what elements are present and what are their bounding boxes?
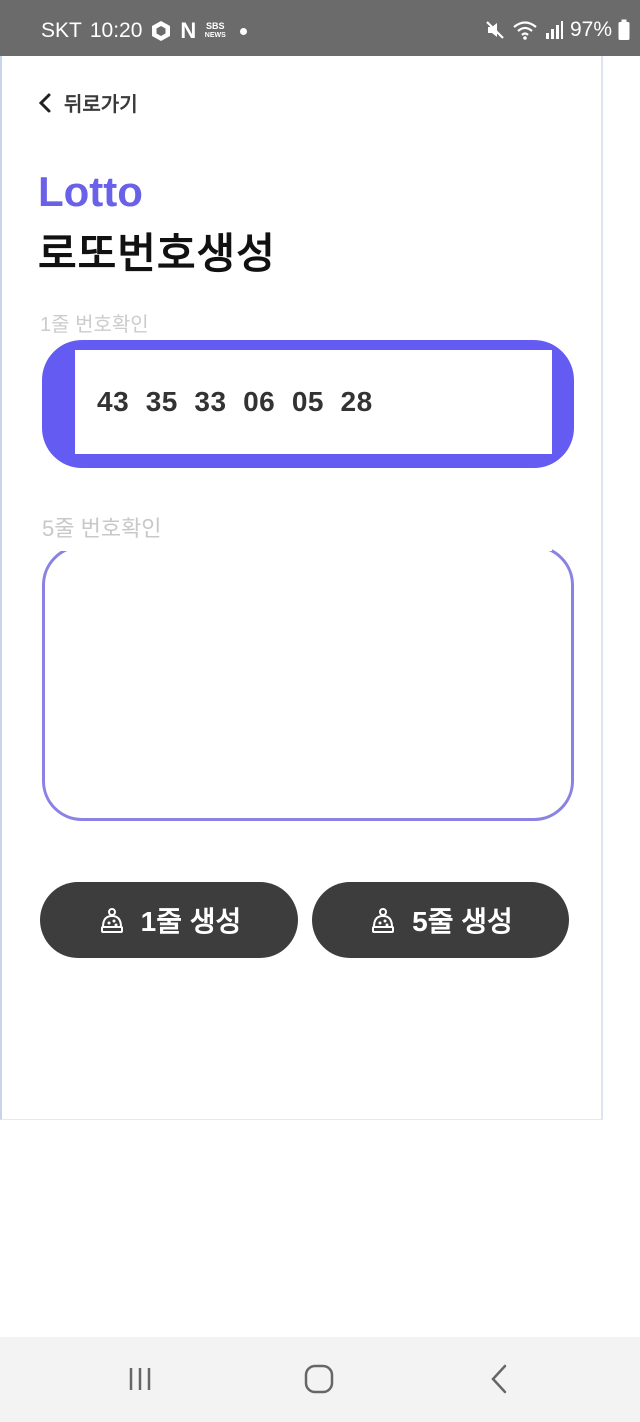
lottery-machine-icon <box>97 905 127 935</box>
back-label: 뒤로가기 <box>64 94 138 116</box>
signal-icon <box>544 20 564 40</box>
single-line-result-box: 43 35 33 06 05 28 <box>42 340 574 468</box>
recent-apps-button[interactable] <box>110 1357 170 1401</box>
status-left: SKT 10:20 N SBS NEWS <box>41 18 248 44</box>
sbs-news-icon: SBS NEWS <box>204 22 226 40</box>
lotto-numbers: 43 35 33 06 05 28 <box>97 386 373 417</box>
section1-label: 1줄 번호확인 <box>40 314 149 336</box>
status-right: 97% <box>484 18 630 42</box>
box-top-mask <box>8 541 552 551</box>
page-title: 로또번호생성 <box>38 230 276 277</box>
app-frame: 뒤로가기 Lotto 로또번호생성 1줄 번호확인 43 35 33 06 05… <box>0 56 603 1120</box>
generate-5-lines-button[interactable]: 5줄 생성 <box>312 882 569 958</box>
carrier-label: SKT <box>41 19 82 42</box>
home-button[interactable] <box>289 1357 349 1401</box>
generate-1-line-button[interactable]: 1줄 생성 <box>40 882 298 958</box>
single-line-result-inner: 43 35 33 06 05 28 <box>75 350 552 454</box>
mute-icon <box>484 19 506 41</box>
cube-app-icon <box>150 20 172 42</box>
battery-icon <box>618 19 630 41</box>
lottery-machine-icon <box>368 905 398 935</box>
sbs-icon-bottom: NEWS <box>204 32 226 39</box>
five-line-result-box <box>42 545 574 821</box>
wifi-icon <box>512 19 538 41</box>
section2-label: 5줄 번호확인 <box>42 516 162 541</box>
recent-apps-icon <box>125 1365 155 1393</box>
generate-5-lines-label: 5줄 생성 <box>412 906 513 937</box>
brand-title: Lotto <box>38 168 143 215</box>
chevron-left-icon <box>38 92 52 114</box>
sbs-icon-top: SBS <box>206 21 225 31</box>
naver-app-icon: N <box>180 18 197 43</box>
back-arrow-icon <box>488 1363 510 1395</box>
system-nav-bar <box>0 1337 640 1422</box>
home-icon <box>303 1364 335 1394</box>
back-button[interactable] <box>469 1357 529 1401</box>
generate-1-line-label: 1줄 생성 <box>140 906 242 937</box>
back-link[interactable]: 뒤로가기 <box>38 88 138 117</box>
clock: 10:20 <box>89 19 143 42</box>
status-bar: SKT 10:20 N SBS NEWS 97% <box>0 0 640 56</box>
notification-dot-icon <box>240 27 248 35</box>
battery-percent: 97% <box>569 18 612 41</box>
